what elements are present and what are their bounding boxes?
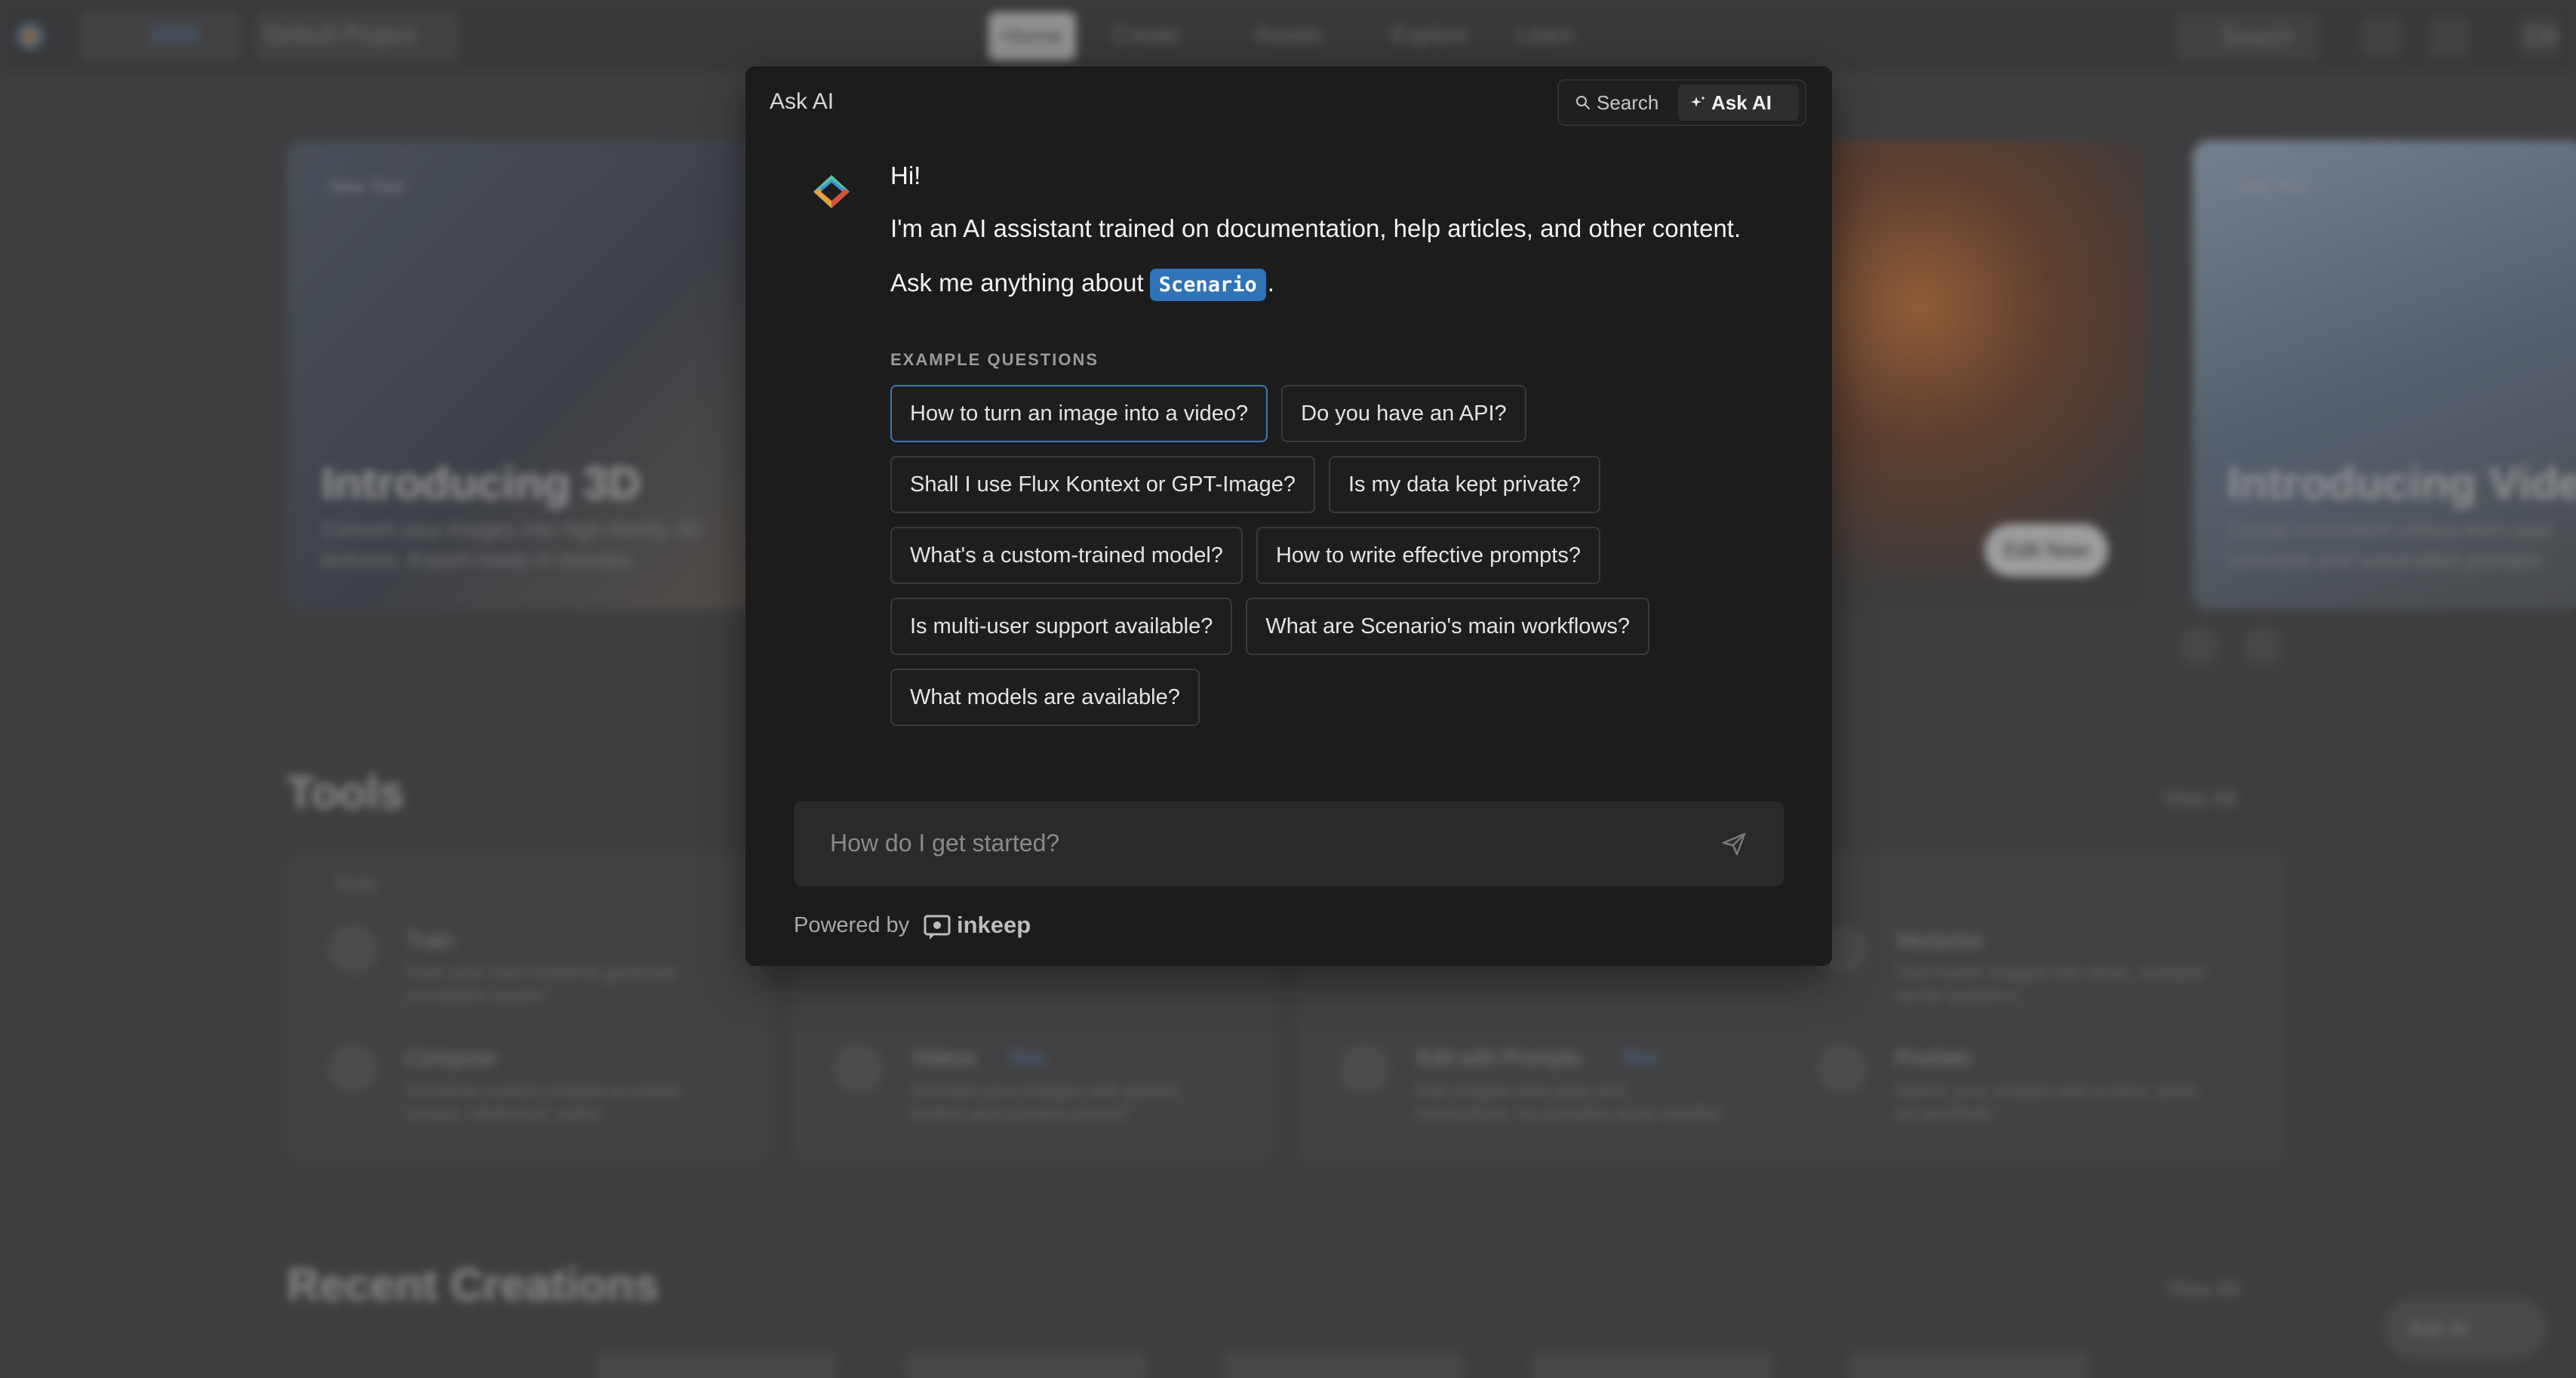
example-questions-heading: EXAMPLE QUESTIONS [890, 350, 1099, 369]
intro-text: I'm an AI assistant trained on documenta… [890, 214, 1741, 242]
inkeep-logo-icon [924, 915, 951, 940]
search-icon [1576, 96, 1590, 109]
search-mode-button[interactable]: Search [1563, 85, 1677, 121]
powered-by-text: Powered by [794, 913, 910, 937]
ask-ai-mode-label: Ask AI [1711, 91, 1772, 114]
chat-input[interactable] [830, 820, 1660, 866]
ask-suffix: . [1267, 269, 1274, 297]
ask-ai-dialog: Ask AI Search Ask AI Hi! I'm an AI assis… [745, 66, 1832, 966]
example-question-button[interactable]: Is my data kept private? [1328, 456, 1600, 513]
example-question-button[interactable]: How to turn an image into a video? [890, 385, 1268, 442]
scenario-logo-icon [813, 175, 850, 208]
chat-input-box [794, 801, 1784, 886]
example-question-button[interactable]: What models are available? [890, 669, 1200, 726]
ask-ai-mode-button[interactable]: Ask AI [1678, 85, 1799, 121]
send-icon[interactable] [1720, 830, 1748, 857]
example-question-button[interactable]: What are Scenario's main workflows? [1246, 598, 1649, 655]
product-chip: Scenario [1149, 269, 1266, 301]
search-mode-label: Search [1597, 91, 1659, 114]
ask-prefix: Ask me anything about [890, 269, 1144, 297]
dialog-title: Ask AI [770, 89, 835, 114]
example-question-button[interactable]: Is multi-user support available? [890, 598, 1233, 655]
example-question-button[interactable]: Shall I use Flux Kontext or GPT-Image? [890, 456, 1315, 513]
example-question-button[interactable]: What's a custom-trained model? [890, 527, 1243, 584]
example-questions-list: How to turn an image into a video? Do yo… [890, 385, 1690, 740]
example-question-button[interactable]: Do you have an API? [1281, 385, 1526, 442]
sparkle-icon [1691, 96, 1705, 107]
greeting-text: Hi! [890, 161, 921, 189]
inkeep-brand-name: inkeep [957, 912, 1031, 938]
mode-switch: Search Ask AI [1557, 79, 1806, 126]
example-question-button[interactable]: How to write effective prompts? [1256, 527, 1600, 584]
ask-prompt-text: Ask me anything about Scenario. [890, 269, 1274, 301]
